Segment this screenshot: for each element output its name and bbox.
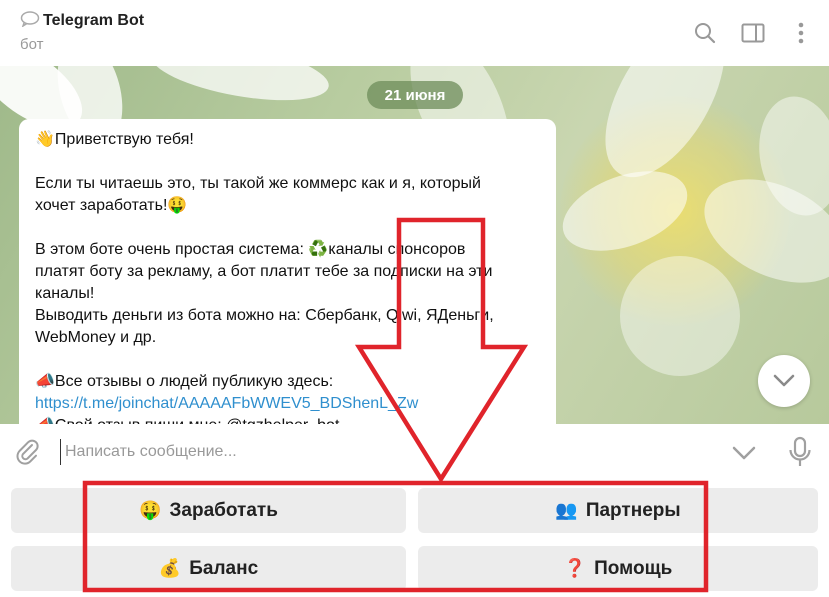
keyboard-toggle-icon[interactable] — [730, 441, 758, 465]
message-line: 📣Все отзывы о людей публикую здесь: — [35, 373, 334, 390]
message-line: хочет заработать!🤑 — [35, 197, 188, 214]
chat-bubble-icon — [20, 11, 40, 31]
more-vertical-icon[interactable] — [788, 20, 814, 46]
chat-header: Telegram Bot бот — [0, 0, 829, 66]
money-face-icon: 🤑 — [139, 500, 162, 520]
message-bubble[interactable]: 👋Приветствую тебя! Если ты читаешь это, … — [19, 119, 556, 424]
message-line: платят боту за рекламу, а бот платит теб… — [35, 263, 493, 280]
message-input[interactable] — [60, 439, 660, 465]
money-bag-icon: 💰 — [158, 558, 182, 578]
message-line: Выводить деньги из бота можно на: Сберба… — [35, 307, 494, 324]
microphone-icon[interactable] — [787, 436, 813, 468]
message-line: каналы! — [35, 285, 95, 302]
balance-button-label: Баланс — [189, 557, 259, 579]
help-button[interactable]: ❓ Помощь — [418, 546, 818, 591]
scroll-down-button[interactable] — [758, 355, 810, 407]
message-line: 👋Приветствую тебя! — [35, 131, 194, 148]
search-icon[interactable] — [692, 20, 718, 46]
balance-button[interactable]: 💰 Баланс — [11, 546, 406, 591]
invite-link[interactable]: https://t.me/joinchat/AAAAAFbWWEV5_BDShe… — [35, 393, 539, 415]
message-line: В этом боте очень простая система: ♻️кан… — [35, 241, 466, 258]
message-line: Если ты читаешь это, ты такой же коммерс… — [35, 175, 481, 192]
attach-icon[interactable] — [14, 438, 42, 466]
partners-button[interactable]: 👥 Партнеры — [418, 488, 818, 533]
chevron-down-icon — [773, 374, 795, 387]
people-icon: 👥 — [555, 500, 578, 520]
chat-title-text: Telegram Bot — [43, 12, 145, 29]
earn-button-label: Заработать — [169, 499, 278, 521]
message-line-cut: 📣Свой отзыв пиши мне: @tgzhelper_bot — [35, 415, 539, 424]
message-line: WebMoney и др. — [35, 329, 157, 346]
message-composer — [0, 424, 829, 480]
partners-button-label: Партнеры — [585, 499, 681, 521]
help-button-label: Помощь — [594, 557, 673, 579]
sidebar-toggle-icon[interactable] — [740, 20, 766, 46]
earn-button[interactable]: 🤑 Заработать — [11, 488, 406, 533]
bot-keyboard: 🤑 Заработать 👥 Партнеры 💰 Баланс ❓ Помощ… — [0, 480, 829, 597]
chat-title[interactable]: Telegram Bot — [20, 11, 144, 31]
date-separator: 21 июня — [367, 81, 463, 109]
question-mark-icon: ❓ — [563, 558, 587, 578]
chat-status: бот — [20, 36, 44, 53]
